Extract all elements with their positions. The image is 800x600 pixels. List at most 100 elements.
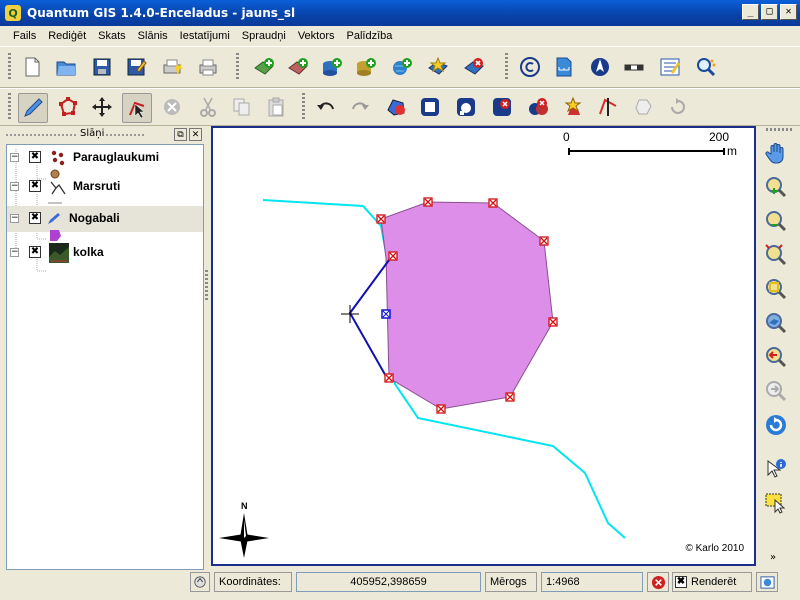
zoom-next-icon (763, 378, 789, 404)
north-arrow (219, 513, 269, 558)
remove-layer-icon[interactable] (462, 55, 486, 79)
layers-list: − ✖ Parauglaukumi − ✖ Marsruti − ✖ Nogab… (6, 144, 204, 570)
split-features-icon[interactable] (596, 95, 620, 119)
float-panel-button[interactable]: ⧉ (174, 128, 187, 141)
menu-bar: Fails Rediģēt Skats Slānis Iestatījumi S… (0, 26, 800, 46)
reshape-features-icon[interactable] (562, 95, 586, 119)
collapse-toggle[interactable]: − (10, 248, 19, 257)
map-drawing (219, 148, 725, 558)
add-raster-layer-icon[interactable] (252, 55, 276, 79)
layer-visibility-checkbox[interactable]: ✖ (29, 212, 41, 224)
layer-visibility-checkbox[interactable]: ✖ (29, 246, 41, 258)
progress-icon[interactable] (190, 572, 210, 592)
refresh-icon[interactable] (763, 412, 789, 438)
zoom-full-icon[interactable] (763, 242, 789, 268)
maximize-button[interactable]: □ (761, 4, 778, 20)
simplify-feature-icon[interactable] (384, 95, 408, 119)
minimize-button[interactable]: _ (742, 4, 759, 20)
layer-name[interactable]: Marsruti (73, 179, 120, 193)
add-wms-layer-icon[interactable] (390, 55, 414, 79)
line-layer-icon (50, 181, 66, 195)
stop-render-icon[interactable] (647, 572, 669, 592)
close-panel-button[interactable]: ✕ (189, 128, 202, 141)
digitizing-toolbar (0, 88, 800, 126)
layer-visibility-checkbox[interactable]: ✖ (29, 151, 41, 163)
save-project-icon[interactable] (90, 55, 114, 79)
panel-splitter[interactable] (205, 270, 208, 300)
add-island-icon[interactable] (454, 95, 478, 119)
copy-features-icon (230, 95, 254, 119)
scale-unit-label: m (727, 144, 737, 158)
nogabali-polygon[interactable] (380, 201, 554, 410)
scale-end-label: 200 (709, 130, 730, 144)
render-checkbox[interactable]: ✖ (675, 576, 687, 588)
render-toggle[interactable]: ✖ Renderēt (672, 572, 752, 592)
delete-selected-icon (160, 95, 184, 119)
layer-row-nogabali[interactable]: − ✖ Nogabali (7, 206, 203, 241)
zoom-to-layer-icon[interactable] (763, 310, 789, 336)
copyright-label-icon[interactable] (518, 55, 542, 79)
scale-bar-decoration-icon[interactable] (552, 55, 576, 79)
merge-features-icon (632, 95, 656, 119)
main-toolbar (0, 46, 800, 88)
collapse-toggle[interactable]: − (10, 182, 19, 191)
open-project-icon[interactable] (54, 55, 78, 79)
print-icon[interactable] (196, 55, 220, 79)
projection-icon[interactable] (756, 572, 778, 592)
new-project-icon[interactable] (20, 55, 44, 79)
paste-features-icon (264, 95, 288, 119)
layer-row-parauglaukumi[interactable]: − ✖ Parauglaukumi (7, 145, 203, 179)
delete-part-icon[interactable] (526, 95, 550, 119)
add-postgis-layer-icon[interactable] (320, 55, 344, 79)
more-tools-chevron-icon[interactable]: » (770, 552, 776, 563)
point-layer-icon (51, 150, 65, 166)
scale-bar (568, 148, 725, 155)
layer-visibility-checkbox[interactable]: ✖ (29, 180, 41, 192)
layer-row-kolka[interactable]: − ✖ kolka (7, 240, 203, 268)
delete-ring-icon[interactable] (490, 95, 514, 119)
menu-iestatijumi[interactable]: Iestatījumi (174, 30, 236, 42)
menu-spraudni[interactable]: Spraudņi (236, 30, 292, 42)
zoom-out-icon[interactable] (763, 208, 789, 234)
add-spatialite-layer-icon[interactable] (354, 55, 378, 79)
move-feature-icon[interactable] (90, 95, 114, 119)
zoom-in-icon[interactable] (763, 174, 789, 200)
layer-name[interactable]: Parauglaukumi (73, 150, 159, 164)
close-window-button[interactable]: ✕ (780, 4, 797, 20)
render-label: Renderēt (691, 576, 737, 588)
layer-row-marsruti[interactable]: − ✖ Marsruti (7, 174, 203, 204)
print-composer-icon[interactable] (160, 55, 184, 79)
annotation-icon[interactable] (658, 55, 682, 79)
save-as-icon[interactable] (124, 55, 148, 79)
node-tool-icon[interactable] (122, 93, 152, 123)
undo-icon[interactable] (314, 95, 338, 119)
north-label: N (241, 501, 248, 511)
zoom-last-icon[interactable] (763, 344, 789, 370)
identify-features-icon[interactable] (694, 55, 718, 79)
north-arrow-icon[interactable] (588, 55, 612, 79)
capture-polygon-icon[interactable] (56, 95, 80, 119)
menu-slanis[interactable]: Slānis (132, 30, 174, 42)
collapse-toggle[interactable]: − (10, 153, 19, 162)
pan-hand-icon[interactable] (763, 140, 789, 166)
zoom-to-selection-icon[interactable] (763, 276, 789, 302)
menu-fails[interactable]: Fails (7, 30, 42, 42)
identify-icon[interactable] (763, 456, 789, 482)
menu-rediget[interactable]: Rediģēt (42, 30, 92, 42)
collapse-toggle[interactable]: − (10, 214, 19, 223)
new-shapefile-icon[interactable] (426, 55, 450, 79)
toggle-editing-icon[interactable] (18, 93, 48, 123)
menu-skats[interactable]: Skats (92, 30, 132, 42)
map-navigation-toolbar: » (758, 126, 800, 566)
scale-input[interactable]: 1:4968 (541, 572, 643, 592)
layer-name[interactable]: kolka (73, 245, 104, 259)
menu-vektors[interactable]: Vektors (292, 30, 341, 42)
add-vector-layer-icon[interactable] (286, 55, 310, 79)
redo-icon (348, 95, 372, 119)
add-ring-icon[interactable] (418, 95, 442, 119)
scale-bar-icon[interactable] (622, 55, 646, 79)
menu-palidziba[interactable]: Palīdzība (341, 30, 399, 42)
map-canvas[interactable]: 0 200 m N © Karlo 2010 (211, 126, 756, 566)
select-features-icon[interactable] (763, 490, 789, 516)
layer-name[interactable]: Nogabali (69, 211, 120, 225)
